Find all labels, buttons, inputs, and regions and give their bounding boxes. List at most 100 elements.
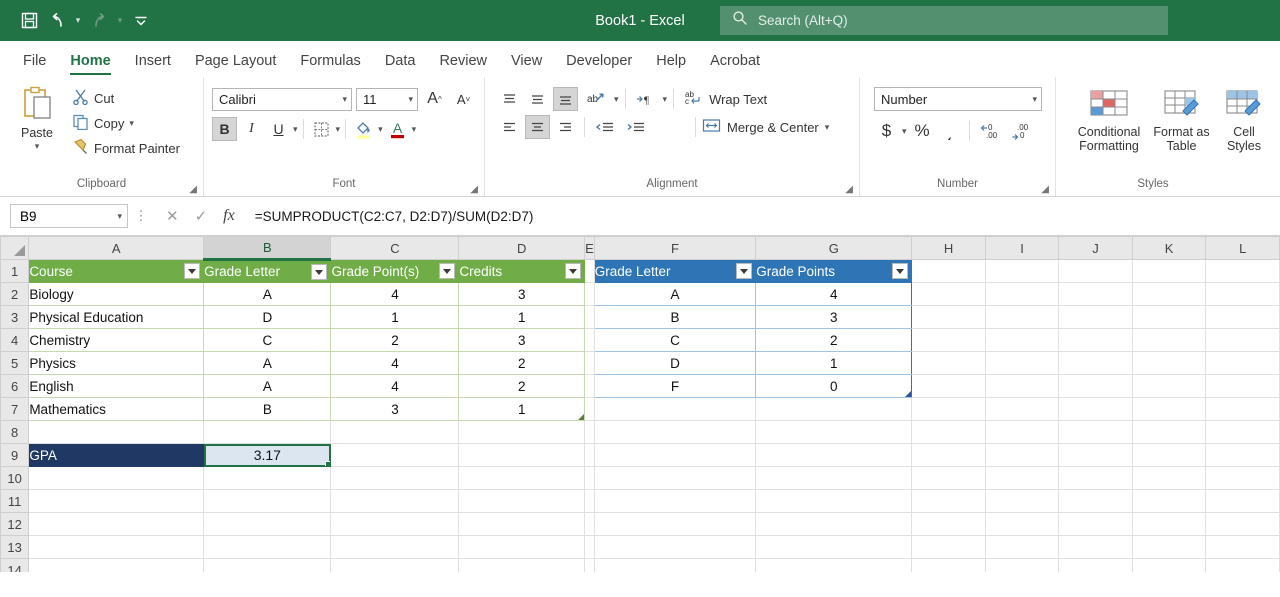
row-header-3[interactable]: 3 bbox=[1, 306, 29, 329]
format-as-table-button[interactable]: Format as Table bbox=[1150, 87, 1213, 153]
cell-l14[interactable] bbox=[1206, 559, 1280, 573]
cell-j10[interactable] bbox=[1059, 467, 1133, 490]
row-header-8[interactable]: 8 bbox=[1, 421, 29, 444]
cell-a3[interactable]: Physical Education bbox=[29, 306, 204, 329]
cell-l13[interactable] bbox=[1206, 536, 1280, 559]
cell-b6[interactable]: A bbox=[204, 375, 331, 398]
cell-g3[interactable]: 3 bbox=[756, 306, 912, 329]
cell-f12[interactable] bbox=[594, 513, 756, 536]
cell-k1[interactable] bbox=[1132, 260, 1206, 283]
column-header-j[interactable]: J bbox=[1059, 237, 1133, 260]
row-header-10[interactable]: 10 bbox=[1, 467, 29, 490]
cell-h8[interactable] bbox=[912, 421, 986, 444]
cell-l9[interactable] bbox=[1206, 444, 1280, 467]
column-header-b[interactable]: B bbox=[204, 237, 331, 260]
cell-j1[interactable] bbox=[1059, 260, 1133, 283]
cell-e1[interactable] bbox=[585, 260, 595, 283]
cell-l2[interactable] bbox=[1206, 283, 1280, 306]
name-box[interactable]: B9 ▾ bbox=[10, 204, 128, 228]
cell-e7[interactable] bbox=[585, 398, 595, 421]
cell-l4[interactable] bbox=[1206, 329, 1280, 352]
cell-b10[interactable] bbox=[204, 467, 331, 490]
cell-f1-grade-letter-header[interactable]: Grade Letter bbox=[594, 260, 756, 283]
select-all-button[interactable] bbox=[1, 237, 29, 260]
column-header-a[interactable]: A bbox=[29, 237, 204, 260]
paste-dropdown-icon[interactable]: ▾ bbox=[35, 141, 40, 152]
cell-h2[interactable] bbox=[912, 283, 986, 306]
column-header-c[interactable]: C bbox=[331, 237, 459, 260]
tab-view[interactable]: View bbox=[500, 49, 553, 77]
cell-j3[interactable] bbox=[1059, 306, 1133, 329]
decrease-indent-icon[interactable] bbox=[591, 115, 619, 139]
cell-a12[interactable] bbox=[29, 513, 204, 536]
cell-h1[interactable] bbox=[912, 260, 986, 283]
cell-k6[interactable] bbox=[1132, 375, 1206, 398]
cell-g14[interactable] bbox=[756, 559, 912, 573]
cell-k2[interactable] bbox=[1132, 283, 1206, 306]
tab-data[interactable]: Data bbox=[374, 49, 427, 77]
tab-acrobat[interactable]: Acrobat bbox=[699, 49, 771, 77]
font-name-input[interactable]: Calibri▾ bbox=[212, 88, 352, 111]
cell-f13[interactable] bbox=[594, 536, 756, 559]
clipboard-dialog-launcher-icon[interactable]: ◢ bbox=[189, 184, 197, 195]
cell-j14[interactable] bbox=[1059, 559, 1133, 573]
cell-g10[interactable] bbox=[756, 467, 912, 490]
row-header-2[interactable]: 2 bbox=[1, 283, 29, 306]
cell-g2[interactable]: 4 bbox=[756, 283, 912, 306]
cell-j8[interactable] bbox=[1059, 421, 1133, 444]
column-header-k[interactable]: K bbox=[1132, 237, 1206, 260]
cell-j9[interactable] bbox=[1059, 444, 1133, 467]
cell-k12[interactable] bbox=[1132, 513, 1206, 536]
currency-dropdown-icon[interactable]: ▾ bbox=[902, 126, 907, 137]
row-header-5[interactable]: 5 bbox=[1, 352, 29, 375]
cell-f8[interactable] bbox=[594, 421, 756, 444]
cut-button[interactable]: Cut bbox=[72, 86, 180, 110]
cell-k8[interactable] bbox=[1132, 421, 1206, 444]
cell-l7[interactable] bbox=[1206, 398, 1280, 421]
cell-g11[interactable] bbox=[756, 490, 912, 513]
paste-button[interactable]: Paste ▾ bbox=[8, 84, 66, 152]
italic-button[interactable]: I bbox=[239, 117, 264, 141]
cell-j11[interactable] bbox=[1059, 490, 1133, 513]
tab-home[interactable]: Home bbox=[59, 49, 121, 77]
cell-b4[interactable]: C bbox=[204, 329, 331, 352]
customize-quick-access-icon[interactable] bbox=[128, 8, 154, 34]
currency-button[interactable]: $ bbox=[874, 119, 899, 143]
copy-dropdown-icon[interactable]: ▾ bbox=[129, 118, 134, 129]
increase-decimal-icon[interactable]: 0.00 bbox=[976, 119, 1004, 143]
cell-j13[interactable] bbox=[1059, 536, 1133, 559]
cell-d9[interactable] bbox=[459, 444, 585, 467]
cell-i13[interactable] bbox=[985, 536, 1058, 559]
increase-font-size-button[interactable]: A^ bbox=[422, 87, 447, 111]
cell-i9[interactable] bbox=[985, 444, 1058, 467]
cell-c8[interactable] bbox=[331, 421, 459, 444]
cell-g6[interactable]: 0 bbox=[756, 375, 912, 398]
cell-a13[interactable] bbox=[29, 536, 204, 559]
cell-g8[interactable] bbox=[756, 421, 912, 444]
column-header-f[interactable]: F bbox=[594, 237, 756, 260]
copy-button[interactable]: Copy ▾ bbox=[72, 111, 180, 135]
align-left-icon[interactable] bbox=[497, 115, 522, 139]
cell-k3[interactable] bbox=[1132, 306, 1206, 329]
number-format-select[interactable]: Number▾ bbox=[874, 87, 1042, 111]
font-dialog-launcher-icon[interactable]: ◢ bbox=[470, 184, 478, 195]
cell-l12[interactable] bbox=[1206, 513, 1280, 536]
cell-f14[interactable] bbox=[594, 559, 756, 573]
formula-input[interactable]: =SUMPRODUCT(C2:C7, D2:D7)/SUM(D2:D7) bbox=[247, 204, 1276, 228]
cell-a2[interactable]: Biology bbox=[29, 283, 204, 306]
cell-i10[interactable] bbox=[985, 467, 1058, 490]
cell-i12[interactable] bbox=[985, 513, 1058, 536]
comma-style-button[interactable]: ͵ bbox=[938, 119, 963, 143]
align-middle-icon[interactable] bbox=[525, 87, 550, 111]
cell-d13[interactable] bbox=[459, 536, 585, 559]
cell-f6[interactable]: F bbox=[594, 375, 756, 398]
cell-d14[interactable] bbox=[459, 559, 585, 573]
row-header-7[interactable]: 7 bbox=[1, 398, 29, 421]
cell-f2[interactable]: A bbox=[594, 283, 756, 306]
cell-d1-credits-header[interactable]: Credits bbox=[459, 260, 585, 283]
wrap-text-button[interactable]: abc Wrap Text bbox=[684, 87, 767, 111]
cell-b3[interactable]: D bbox=[204, 306, 331, 329]
cell-e14[interactable] bbox=[585, 559, 595, 573]
cell-j4[interactable] bbox=[1059, 329, 1133, 352]
cell-f4[interactable]: C bbox=[594, 329, 756, 352]
